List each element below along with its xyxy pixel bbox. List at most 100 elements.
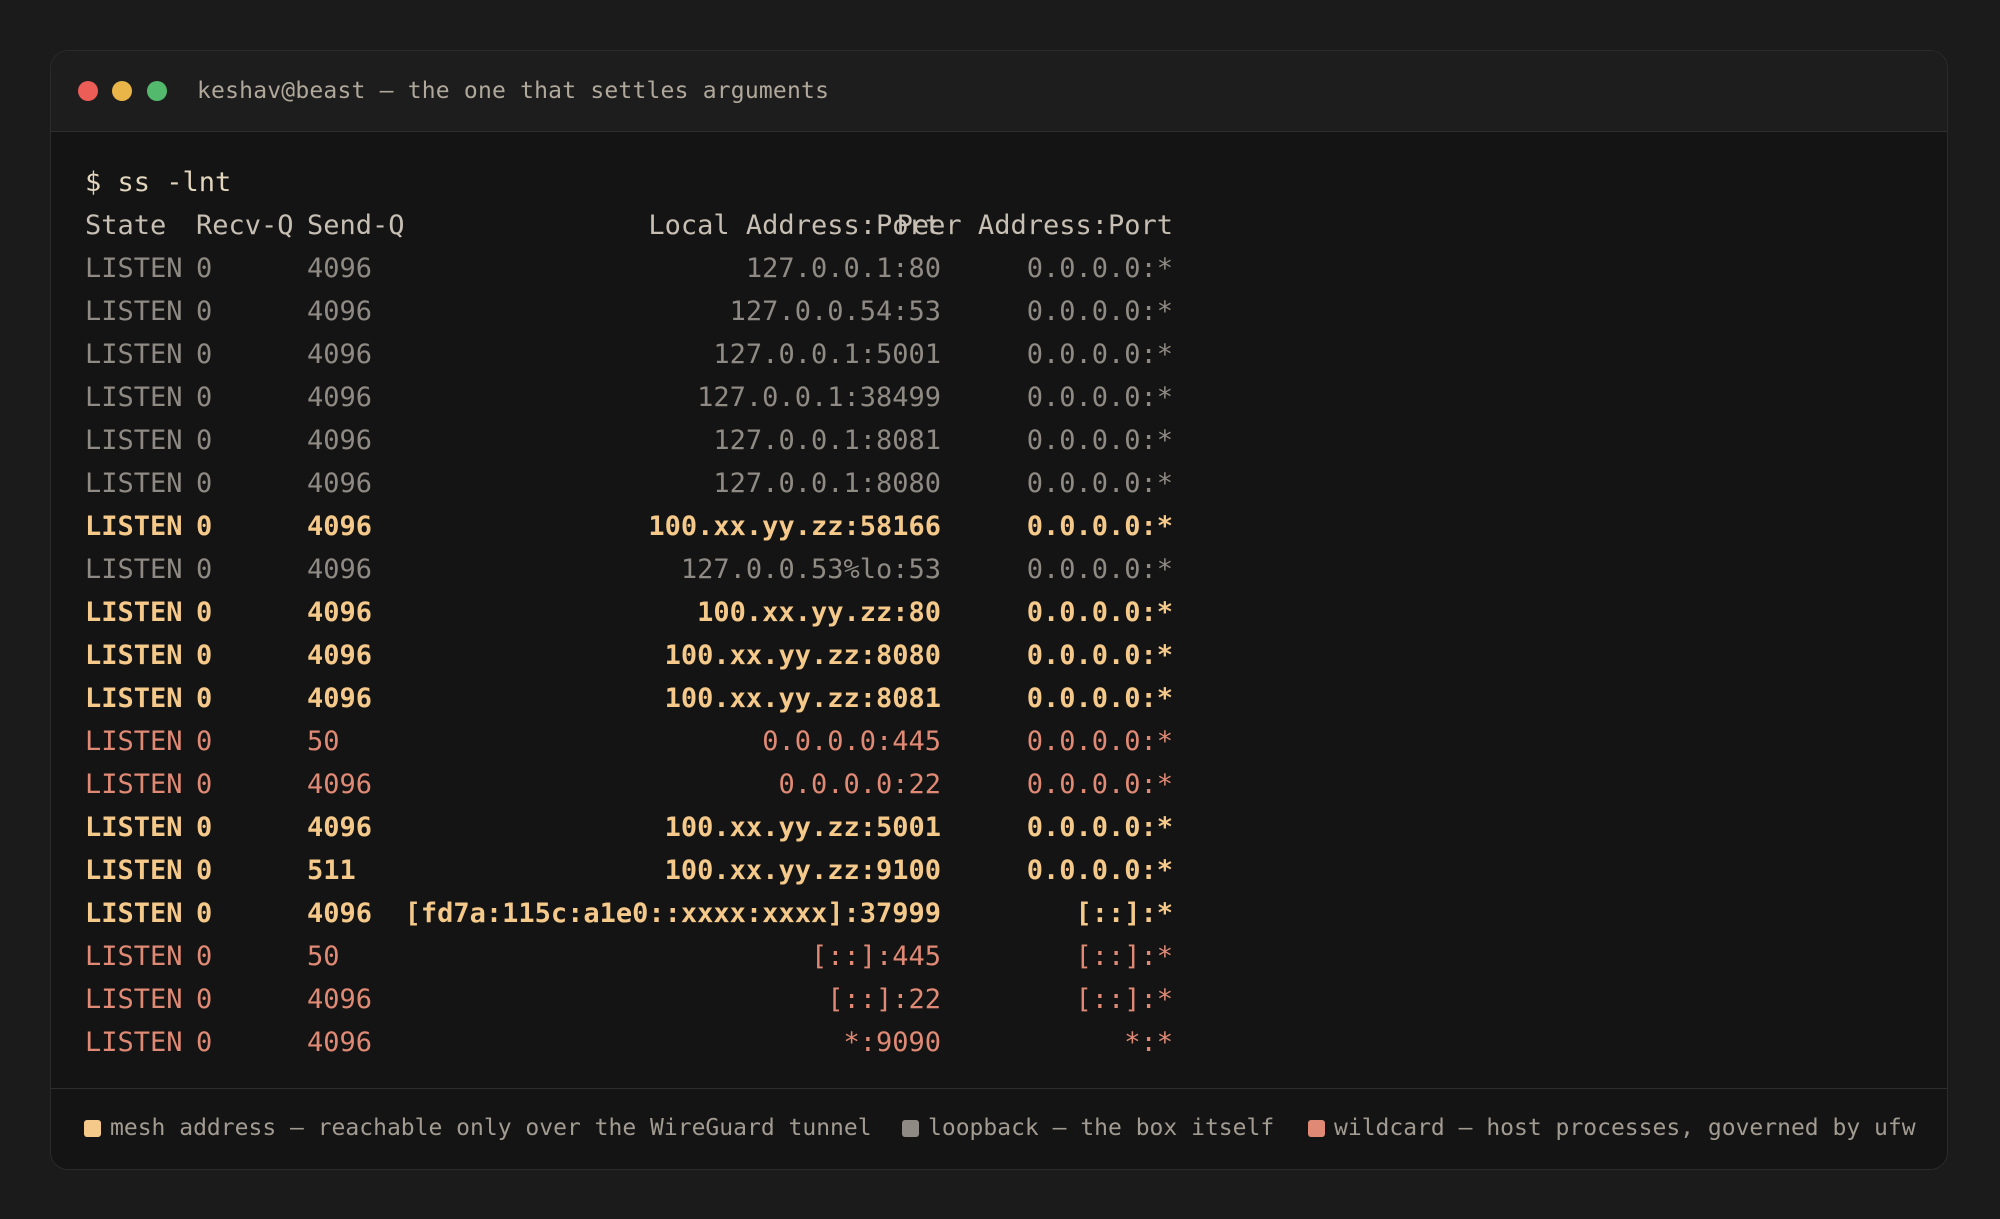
socket-local-address: 127.0.0.53%lo:53 xyxy=(680,554,941,585)
socket-peer-address: [::]:* xyxy=(1075,984,1173,1015)
socket-state: LISTEN xyxy=(85,597,183,628)
socket-peer-address: 0.0.0.0:* xyxy=(1026,382,1173,413)
socket-recvq: 0 xyxy=(196,898,213,929)
terminal-output[interactable]: $ ss -lnt State Recv-Q Send-Q Local Addr… xyxy=(85,161,1927,1064)
socket-state: LISTEN xyxy=(85,425,183,456)
socket-state: LISTEN xyxy=(85,339,183,370)
socket-sendq: 4096 xyxy=(307,812,373,843)
loopback-swatch xyxy=(902,1120,919,1137)
socket-local-address: 127.0.0.1:8080 xyxy=(713,468,941,499)
socket-sendq: 4096 xyxy=(307,640,373,671)
socket-row: LISTEN 0 4096 100.xx.yy.zz:58166 0.0.0.0:* xyxy=(85,505,1927,548)
socket-row: LISTEN 0 4096 100.xx.yy.zz:5001 0.0.0.0:* xyxy=(85,806,1927,849)
socket-local-address: 100.xx.yy.zz:9100 xyxy=(664,855,941,886)
legend-item-wildcard: wildcard — host processes, governed by u… xyxy=(1308,1112,1916,1144)
socket-sendq: 4096 xyxy=(307,468,373,499)
socket-sendq: 4096 xyxy=(307,554,373,585)
socket-sendq: 50 xyxy=(307,726,340,757)
socket-peer-address: 0.0.0.0:* xyxy=(1026,554,1173,585)
zoom-window-button[interactable] xyxy=(147,81,167,101)
socket-state: LISTEN xyxy=(85,253,183,284)
socket-peer-address: [::]:* xyxy=(1075,898,1173,929)
legend-label-wildcard: wildcard — host processes, governed by u… xyxy=(1334,1115,1916,1141)
socket-state: LISTEN xyxy=(85,812,183,843)
socket-local-address: *:9090 xyxy=(843,1027,941,1058)
column-header-row: State Recv-Q Send-Q Local Address:Port P… xyxy=(85,204,1927,247)
socket-local-address: 127.0.0.1:8081 xyxy=(713,425,941,456)
socket-recvq: 0 xyxy=(196,640,213,671)
close-window-button[interactable] xyxy=(78,81,98,101)
socket-recvq: 0 xyxy=(196,683,213,714)
socket-local-address: [::]:445 xyxy=(810,941,941,972)
socket-peer-address: 0.0.0.0:* xyxy=(1026,769,1173,800)
command-prompt: $ ss -lnt xyxy=(85,167,232,198)
socket-sendq: 4096 xyxy=(307,382,373,413)
socket-local-address: 100.xx.yy.zz:80 xyxy=(697,597,941,628)
socket-recvq: 0 xyxy=(196,554,213,585)
socket-peer-address: 0.0.0.0:* xyxy=(1026,812,1173,843)
header-state: State xyxy=(85,210,167,241)
socket-recvq: 0 xyxy=(196,984,213,1015)
socket-peer-address: 0.0.0.0:* xyxy=(1026,640,1173,671)
socket-state: LISTEN xyxy=(85,554,183,585)
mesh-swatch xyxy=(84,1120,101,1137)
socket-local-address: [::]:22 xyxy=(827,984,941,1015)
legend-label-loopback: loopback — the box itself xyxy=(928,1115,1275,1141)
socket-peer-address: 0.0.0.0:* xyxy=(1026,339,1173,370)
socket-state: LISTEN xyxy=(85,382,183,413)
socket-sendq: 4096 xyxy=(307,511,373,542)
socket-state: LISTEN xyxy=(85,683,183,714)
socket-peer-address: [::]:* xyxy=(1075,941,1173,972)
socket-row: LISTEN 0 4096 100.xx.yy.zz:80 0.0.0.0:* xyxy=(85,591,1927,634)
socket-row: LISTEN 0 50 [::]:445 [::]:* xyxy=(85,935,1927,978)
socket-local-address: 127.0.0.54:53 xyxy=(729,296,941,327)
socket-state: LISTEN xyxy=(85,511,183,542)
socket-recvq: 0 xyxy=(196,769,213,800)
socket-state: LISTEN xyxy=(85,855,183,886)
socket-row: LISTEN 0 4096 127.0.0.53%lo:53 0.0.0.0:* xyxy=(85,548,1927,591)
socket-peer-address: 0.0.0.0:* xyxy=(1026,726,1173,757)
socket-local-address: [fd7a:115c:a1e0::xxxx:xxxx]:37999 xyxy=(404,898,941,929)
socket-sendq: 50 xyxy=(307,941,340,972)
minimize-window-button[interactable] xyxy=(112,81,132,101)
socket-local-address: 100.xx.yy.zz:8081 xyxy=(664,683,941,714)
socket-recvq: 0 xyxy=(196,296,213,327)
socket-row: LISTEN 0 4096 *:9090 *:* xyxy=(85,1021,1927,1064)
socket-state: LISTEN xyxy=(85,640,183,671)
socket-state: LISTEN xyxy=(85,1027,183,1058)
socket-sendq: 4096 xyxy=(307,425,373,456)
socket-recvq: 0 xyxy=(196,726,213,757)
socket-peer-address: 0.0.0.0:* xyxy=(1026,597,1173,628)
socket-row: LISTEN 0 4096 127.0.0.1:8080 0.0.0.0:* xyxy=(85,462,1927,505)
legend-item-loopback: loopback — the box itself xyxy=(902,1112,1274,1144)
socket-state: LISTEN xyxy=(85,769,183,800)
socket-recvq: 0 xyxy=(196,468,213,499)
header-sendq: Send-Q xyxy=(307,210,405,241)
socket-state: LISTEN xyxy=(85,296,183,327)
socket-sendq: 4096 xyxy=(307,898,373,929)
socket-peer-address: 0.0.0.0:* xyxy=(1026,511,1173,542)
socket-sendq: 511 xyxy=(307,855,356,886)
socket-recvq: 0 xyxy=(196,812,213,843)
socket-row: LISTEN 0 4096 [::]:22 [::]:* xyxy=(85,978,1927,1021)
socket-sendq: 4096 xyxy=(307,984,373,1015)
socket-state: LISTEN xyxy=(85,984,183,1015)
socket-peer-address: *:* xyxy=(1124,1027,1173,1058)
socket-list: LISTEN 0 4096 127.0.0.1:80 0.0.0.0:* LISTEN 0 4… xyxy=(85,247,1927,1064)
socket-recvq: 0 xyxy=(196,855,213,886)
socket-local-address: 0.0.0.0:445 xyxy=(762,726,941,757)
socket-local-address: 100.xx.yy.zz:58166 xyxy=(648,511,941,542)
header-peer-address: Peer Address:Port xyxy=(896,210,1173,241)
socket-local-address: 127.0.0.1:5001 xyxy=(713,339,941,370)
socket-recvq: 0 xyxy=(196,941,213,972)
socket-row: LISTEN 0 4096 100.xx.yy.zz:8080 0.0.0.0:* xyxy=(85,634,1927,677)
title-bar: keshav@beast — the one that settles argu… xyxy=(51,51,1947,132)
terminal-window: keshav@beast — the one that settles argu… xyxy=(50,50,1948,1170)
socket-row: LISTEN 0 4096 127.0.0.1:8081 0.0.0.0:* xyxy=(85,419,1927,462)
socket-state: LISTEN xyxy=(85,726,183,757)
socket-local-address: 127.0.0.1:38499 xyxy=(697,382,941,413)
socket-row: LISTEN 0 4096 [fd7a:115c:a1e0::xxxx:xxxx]:3… xyxy=(85,892,1927,935)
socket-row: LISTEN 0 4096 127.0.0.54:53 0.0.0.0:* xyxy=(85,290,1927,333)
socket-row: LISTEN 0 4096 100.xx.yy.zz:8081 0.0.0.0:* xyxy=(85,677,1927,720)
socket-recvq: 0 xyxy=(196,425,213,456)
